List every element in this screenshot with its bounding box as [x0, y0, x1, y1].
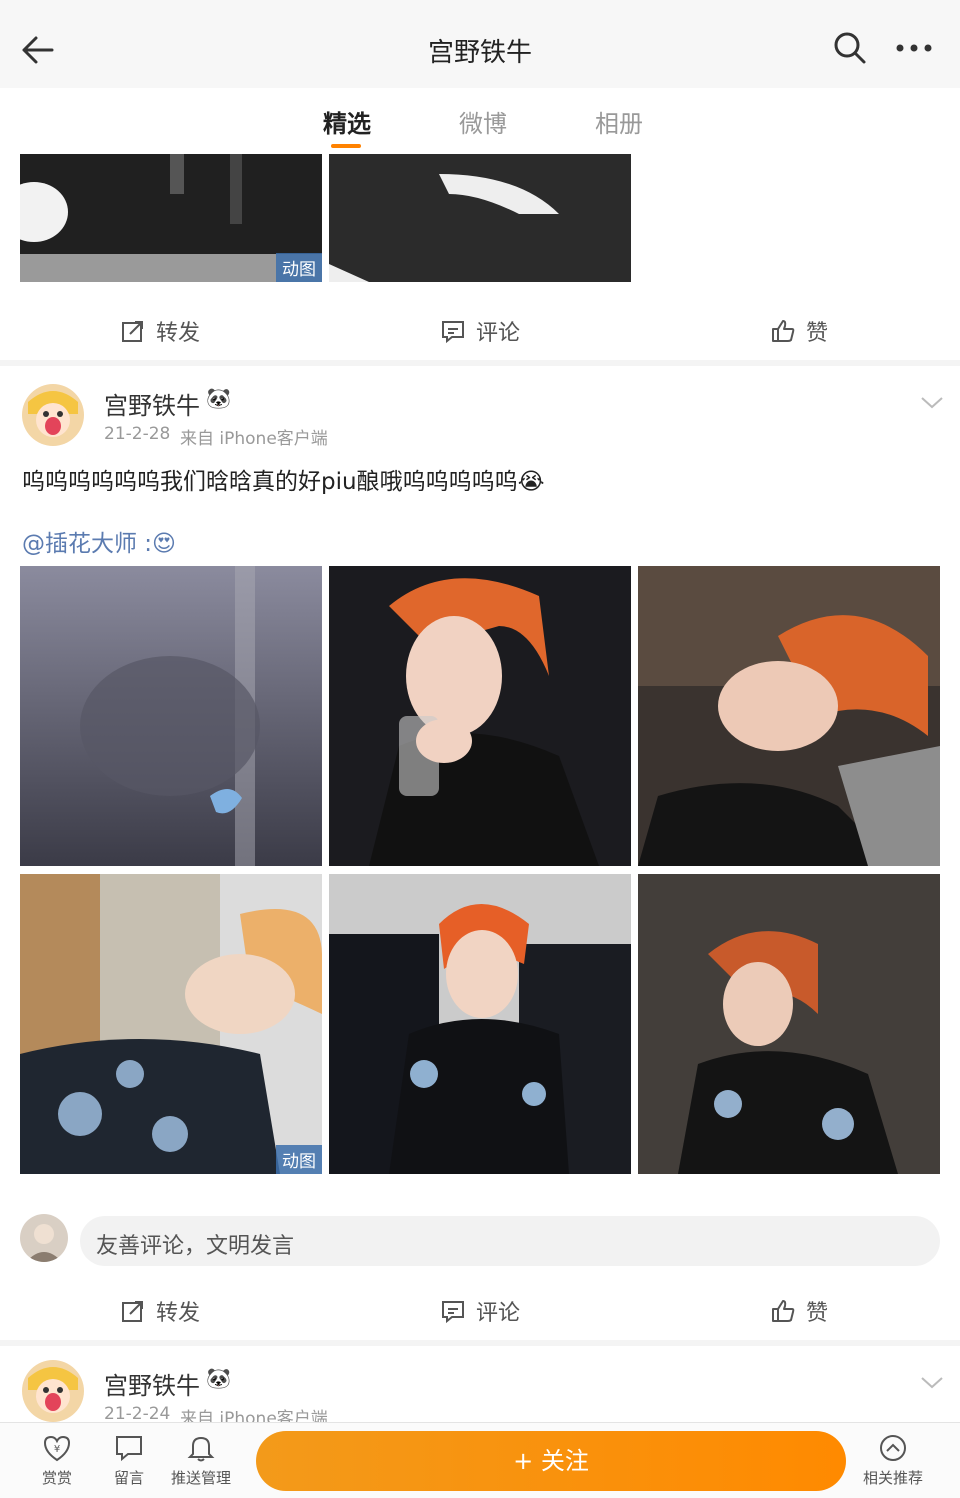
message-label: 留言 — [113, 1469, 144, 1487]
page-title: 宫野铁牛 — [427, 38, 532, 68]
panda-badge-icon: 🐼 — [206, 386, 231, 410]
top-nav-bar: 宫野铁牛 — [0, 0, 960, 88]
comment-button[interactable]: 评论 — [440, 302, 520, 360]
repost-button[interactable]: 转发 — [120, 302, 200, 360]
chevron-down-icon[interactable] — [918, 392, 946, 412]
post-source: 来自 iPhone客户端 — [180, 429, 328, 449]
search-icon[interactable] — [832, 30, 868, 66]
post-card-next: 宫野铁牛 🐼 21-2-24 来自 iPhone客户端 — [0, 1346, 960, 1422]
post-text: 呜呜呜呜呜呜我们晗晗真的好piu酿哦呜呜呜呜呜😭 — [22, 469, 545, 495]
username[interactable]: 宫野铁牛 — [104, 386, 200, 421]
tab-featured[interactable]: 精选 — [323, 104, 371, 139]
active-tab-indicator — [331, 144, 361, 148]
post-image-5[interactable] — [329, 874, 631, 1174]
avatar[interactable] — [22, 384, 84, 446]
bottom-action-bar: ¥ 赏赏 留言 推送管理 + 关注 相关推荐 — [0, 1422, 960, 1498]
tab-album[interactable]: 相册 — [595, 104, 643, 139]
mention-link[interactable]: @插花大师 :😍 — [22, 524, 176, 558]
push-settings-label: 推送管理 — [170, 1469, 231, 1487]
like-label: 赞 — [806, 1301, 829, 1326]
current-user-avatar — [20, 1214, 68, 1262]
profile-tabs: 精选 微博 相册 — [0, 88, 960, 154]
related-recommend-button[interactable]: 相关推荐 — [858, 1433, 928, 1488]
comment-icon — [442, 1301, 464, 1324]
post-image-4-gif[interactable]: 动图 — [20, 874, 322, 1174]
more-options-icon[interactable] — [892, 30, 936, 66]
bell-icon — [187, 1436, 215, 1462]
post-source: 来自 iPhone客户端 — [180, 1409, 328, 1422]
comment-label: 评论 — [476, 1301, 521, 1326]
related-recommend-label: 相关推荐 — [862, 1469, 923, 1487]
comment-label: 评论 — [476, 321, 521, 346]
repost-icon — [122, 1301, 143, 1322]
post-image-6[interactable] — [638, 874, 940, 1174]
like-label: 赞 — [806, 321, 829, 346]
gif-badge: 动图 — [276, 1145, 322, 1174]
post-card: 宫野铁牛 🐼 21-2-28 来自 iPhone客户端 呜呜呜呜呜呜我们晗晗真的… — [0, 366, 960, 1340]
tab-weibo[interactable]: 微博 — [459, 104, 507, 139]
comment-icon — [442, 321, 464, 344]
like-button[interactable]: 赞 — [770, 1282, 828, 1340]
push-settings-button[interactable]: 推送管理 — [166, 1433, 236, 1488]
repost-icon — [122, 321, 143, 342]
thumbs-up-icon — [772, 320, 795, 342]
avatar[interactable] — [22, 1360, 84, 1422]
message-icon — [116, 1436, 142, 1462]
follow-button[interactable]: + 关注 — [256, 1431, 846, 1491]
post-image-1[interactable] — [20, 566, 322, 866]
post-image-2[interactable] — [329, 566, 631, 866]
post-date: 21-2-24 — [104, 1404, 171, 1422]
reward-icon: ¥ — [43, 1435, 71, 1462]
post-image-3[interactable] — [638, 566, 940, 866]
thumbs-up-icon — [772, 1300, 795, 1322]
reward-label: 赏赏 — [41, 1469, 72, 1487]
repost-label: 转发 — [156, 1301, 201, 1326]
chevron-down-icon[interactable] — [918, 1372, 946, 1392]
post-date: 21-2-28 — [104, 424, 171, 444]
gif-badge: 动图 — [276, 253, 322, 282]
post-image-gif[interactable]: 动图 — [20, 154, 322, 282]
post-image[interactable] — [329, 154, 631, 282]
repost-button[interactable]: 转发 — [120, 1282, 200, 1340]
username[interactable]: 宫野铁牛 — [104, 1366, 200, 1401]
repost-label: 转发 — [156, 321, 201, 346]
like-button[interactable]: 赞 — [770, 302, 828, 360]
svg-text:¥: ¥ — [54, 1444, 60, 1455]
post-card-previous: 动图 转发 评论 赞 — [0, 154, 960, 360]
comment-button[interactable]: 评论 — [440, 1282, 520, 1340]
chevron-up-circle-icon — [880, 1435, 906, 1461]
panda-badge-icon: 🐼 — [206, 1366, 231, 1390]
reward-button[interactable]: ¥ 赏赏 — [22, 1433, 92, 1488]
comment-input[interactable]: 友善评论，文明发言 — [80, 1216, 940, 1266]
message-button[interactable]: 留言 — [94, 1433, 164, 1488]
